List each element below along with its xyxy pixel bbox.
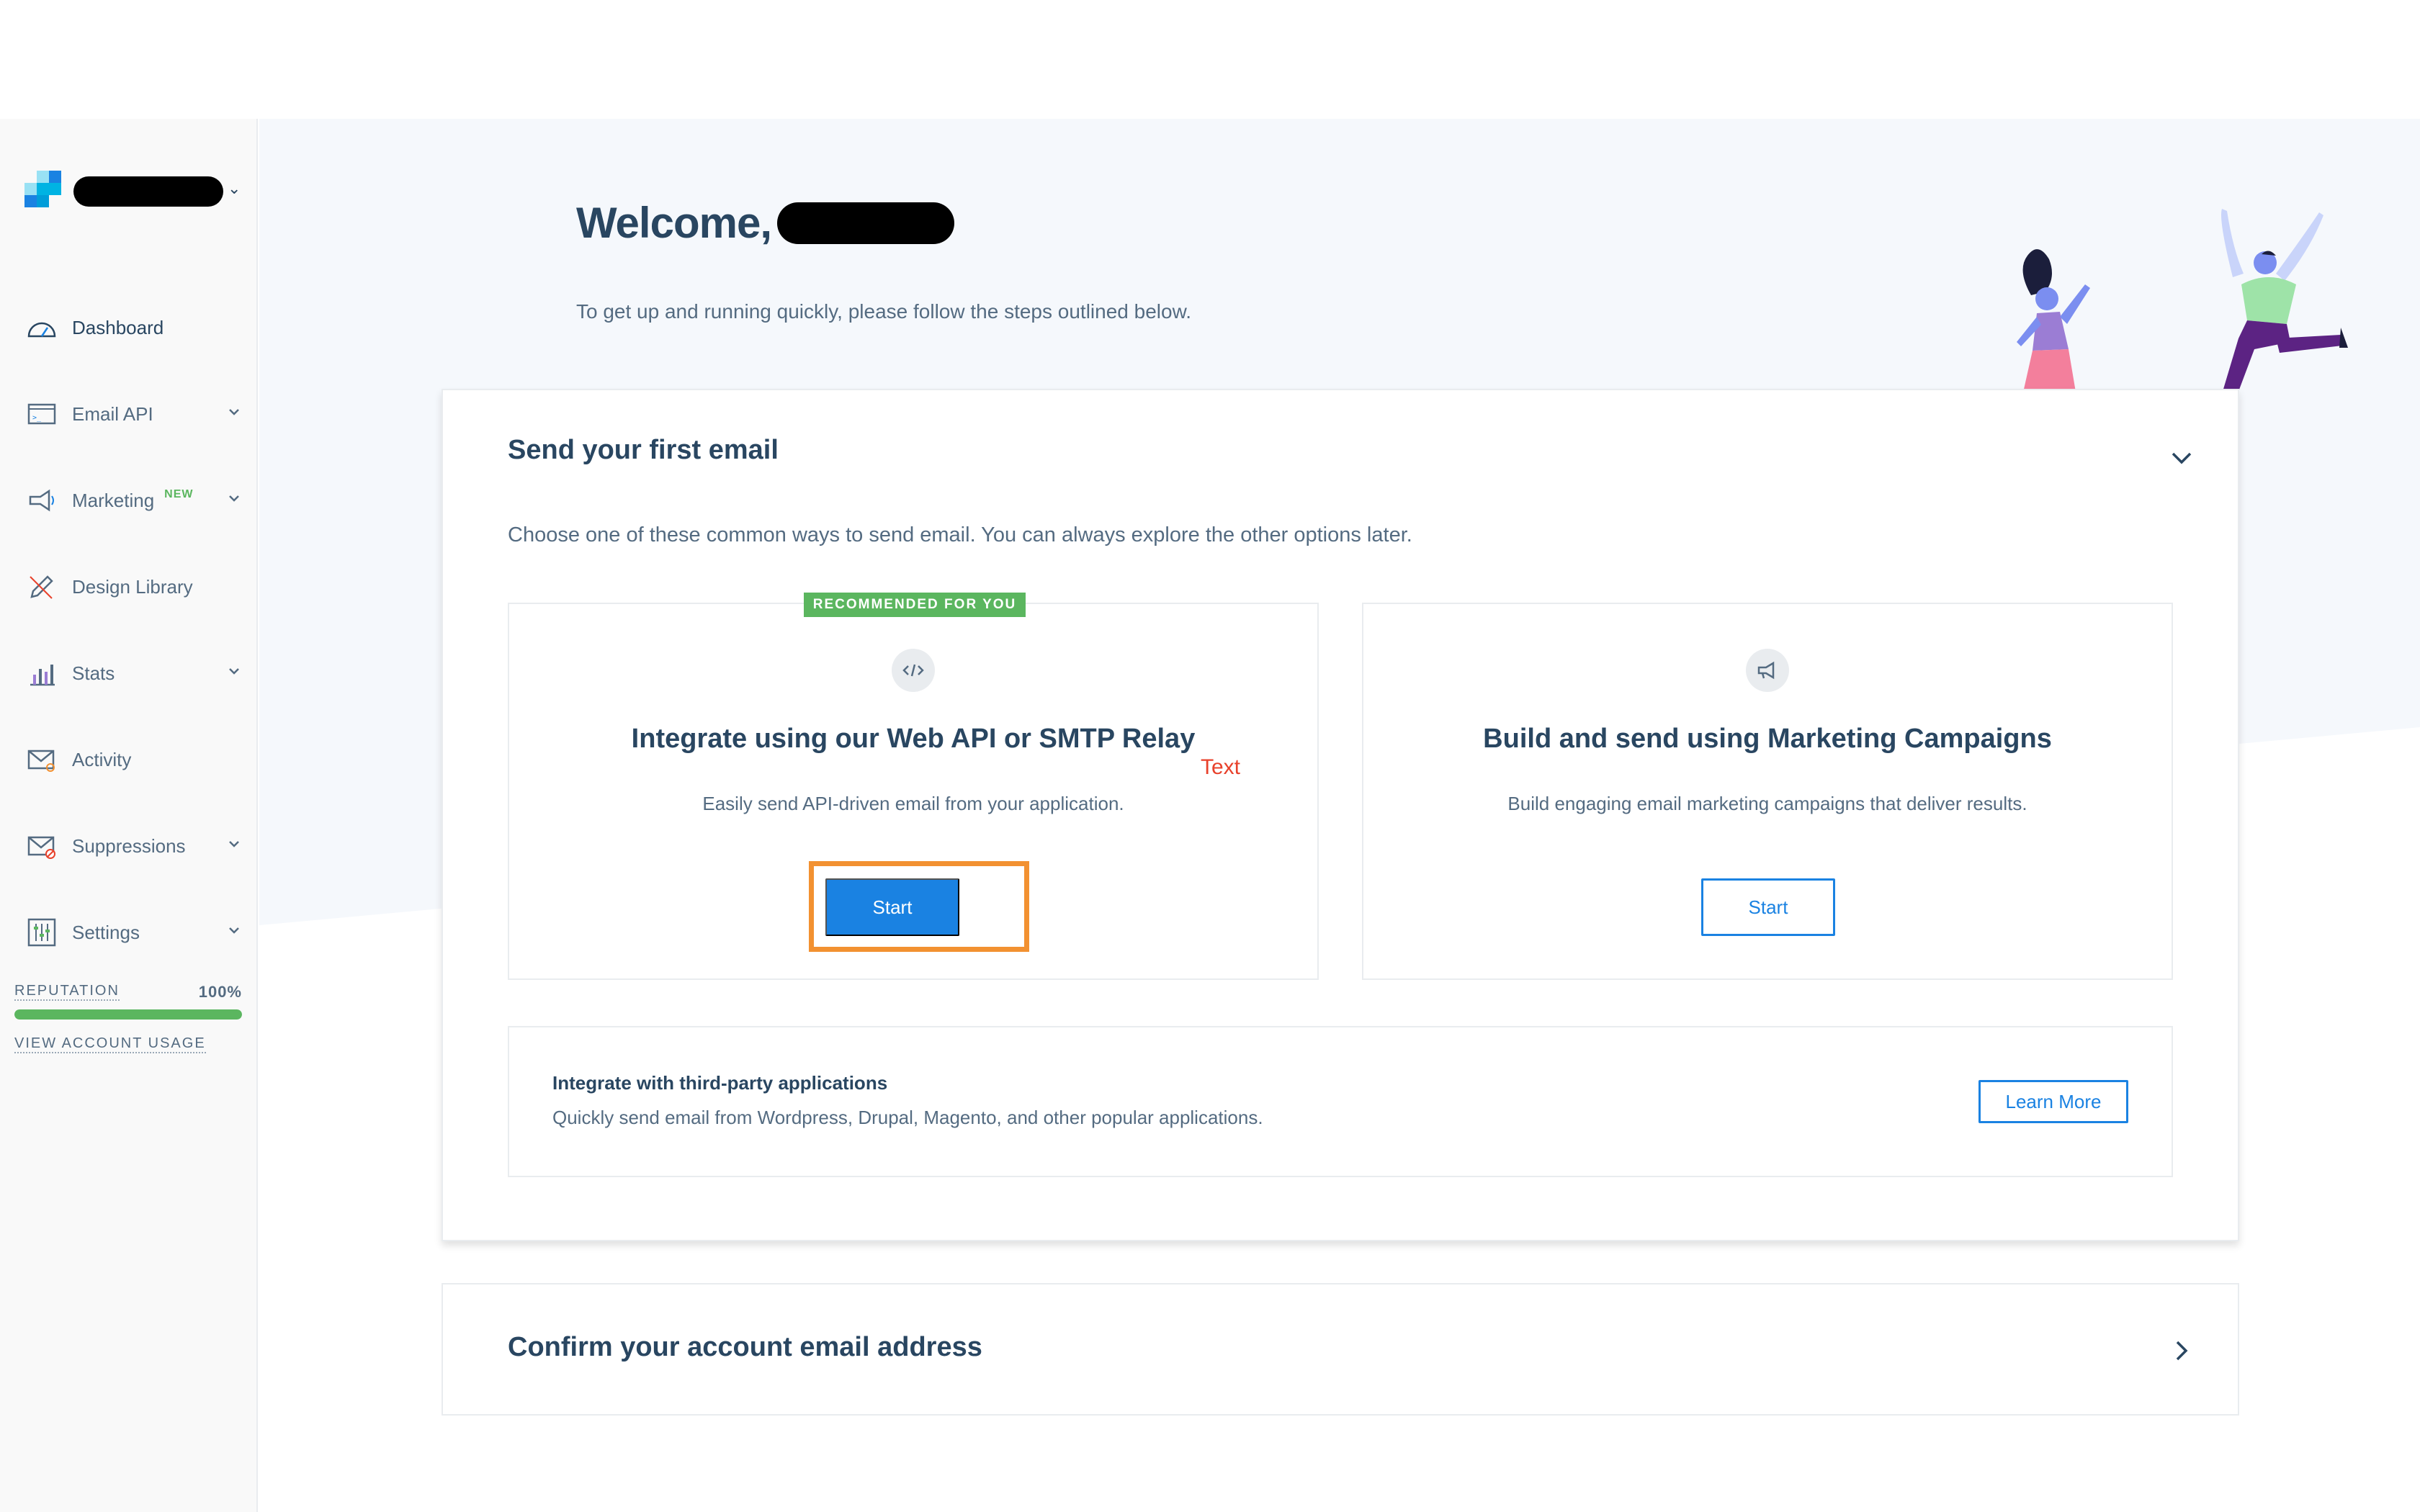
annotation-text-label: Text (1201, 755, 1241, 779)
third-party-description: Quickly send email from Wordpress, Drupa… (552, 1107, 1263, 1128)
sidebar-item-label: Email API (72, 402, 153, 425)
sidebar-nav: Dashboard >_ Email API Marketing NEW Des… (0, 284, 258, 976)
sidebar-item-label: Settings (72, 921, 140, 943)
option-description: Easily send API-driven email from your a… (702, 793, 1124, 814)
card-description: Choose one of these common ways to send … (508, 523, 1412, 546)
chevron-down-icon (229, 668, 239, 675)
third-party-title: Integrate with third-party applications (552, 1072, 888, 1094)
welcome-heading: Welcome, (576, 198, 954, 248)
reputation-label[interactable]: REPUTATION (14, 983, 120, 1001)
design-pencil-icon (26, 571, 58, 603)
chevron-down-icon (229, 409, 239, 415)
chevron-down-icon (229, 495, 239, 502)
view-account-usage-link[interactable]: VIEW ACCOUNT USAGE (14, 1035, 206, 1053)
learn-more-button[interactable]: Learn More (1978, 1080, 2128, 1123)
sidebar-item-label: Suppressions (72, 834, 186, 857)
third-party-integrations: Integrate with third-party applications … (508, 1026, 2173, 1177)
confirm-email-card[interactable]: Confirm your account email address (442, 1283, 2239, 1416)
send-first-email-card: Send your first email Choose one of thes… (442, 389, 2239, 1241)
sidebar-item-settings[interactable]: Settings (0, 889, 258, 976)
dashboard-gauge-icon (26, 312, 58, 343)
account-name-redacted (73, 176, 223, 207)
reputation-bar-fill (14, 1009, 242, 1020)
sendgrid-logo-icon (24, 171, 61, 207)
option-title: Integrate using our Web API or SMTP Rela… (631, 724, 1196, 754)
sidebar-item-label: Marketing (72, 489, 155, 511)
start-web-api-button[interactable]: Start (825, 878, 959, 936)
recommended-badge: RECOMMENDED FOR YOU (804, 593, 1026, 617)
option-web-api: RECOMMENDED FOR YOU Integrate using our … (508, 593, 1319, 980)
user-name-redacted (777, 202, 954, 244)
chevron-down-icon[interactable] (2167, 444, 2196, 472)
megaphone-icon (26, 485, 58, 516)
sidebar-item-marketing[interactable]: Marketing NEW (0, 457, 258, 544)
stats-chart-icon (26, 657, 58, 689)
sidebar-item-activity[interactable]: Activity (0, 716, 258, 803)
welcome-greeting: Welcome, (576, 199, 772, 247)
suppressions-envelope-icon (26, 830, 58, 862)
chevron-down-icon: ⌄ (228, 179, 241, 197)
new-badge: NEW (164, 488, 194, 500)
welcome-subtitle: To get up and running quickly, please fo… (576, 300, 1192, 323)
card-title: Confirm your account email address (508, 1332, 982, 1362)
sidebar-item-label: Stats (72, 662, 115, 684)
reputation-meter: REPUTATION 100% VIEW ACCOUNT USAGE (14, 983, 242, 1053)
start-marketing-button[interactable]: Start (1701, 878, 1835, 936)
chevron-down-icon (229, 927, 239, 934)
sidebar-item-email-api[interactable]: >_ Email API (0, 371, 258, 457)
sidebar-item-stats[interactable]: Stats (0, 630, 258, 716)
option-title: Build and send using Marketing Campaigns (1483, 724, 2052, 754)
sidebar-item-label: Design Library (72, 575, 193, 598)
email-api-icon: >_ (26, 398, 58, 430)
top-bar (0, 0, 2420, 119)
sidebar-item-suppressions[interactable]: Suppressions (0, 803, 258, 889)
svg-text:>_: >_ (32, 414, 42, 422)
option-description: Build engaging email marketing campaigns… (1507, 793, 2027, 814)
option-marketing-campaigns: Build and send using Marketing Campaigns… (1362, 603, 2173, 980)
sidebar-item-label: Dashboard (72, 316, 164, 338)
code-icon (892, 649, 935, 692)
main-content: Welcome, To get up and running quickly, … (259, 119, 2420, 1512)
reputation-value: 100% (198, 983, 242, 1001)
chevron-right-icon[interactable] (2167, 1336, 2196, 1365)
sidebar-item-label: Activity (72, 748, 132, 770)
sidebar-item-design-library[interactable]: Design Library (0, 544, 258, 630)
activity-envelope-icon (26, 744, 58, 775)
sidebar-item-dashboard[interactable]: Dashboard (0, 284, 258, 371)
reputation-bar (14, 1009, 242, 1020)
account-switcher[interactable]: ⌄ (24, 171, 241, 214)
settings-sliders-icon (26, 917, 58, 948)
card-title: Send your first email (508, 435, 779, 465)
chevron-down-icon (229, 841, 239, 847)
sidebar: ⌄ Dashboard >_ Email API Marketing NEW D… (0, 119, 258, 1512)
megaphone-icon (1746, 649, 1789, 692)
